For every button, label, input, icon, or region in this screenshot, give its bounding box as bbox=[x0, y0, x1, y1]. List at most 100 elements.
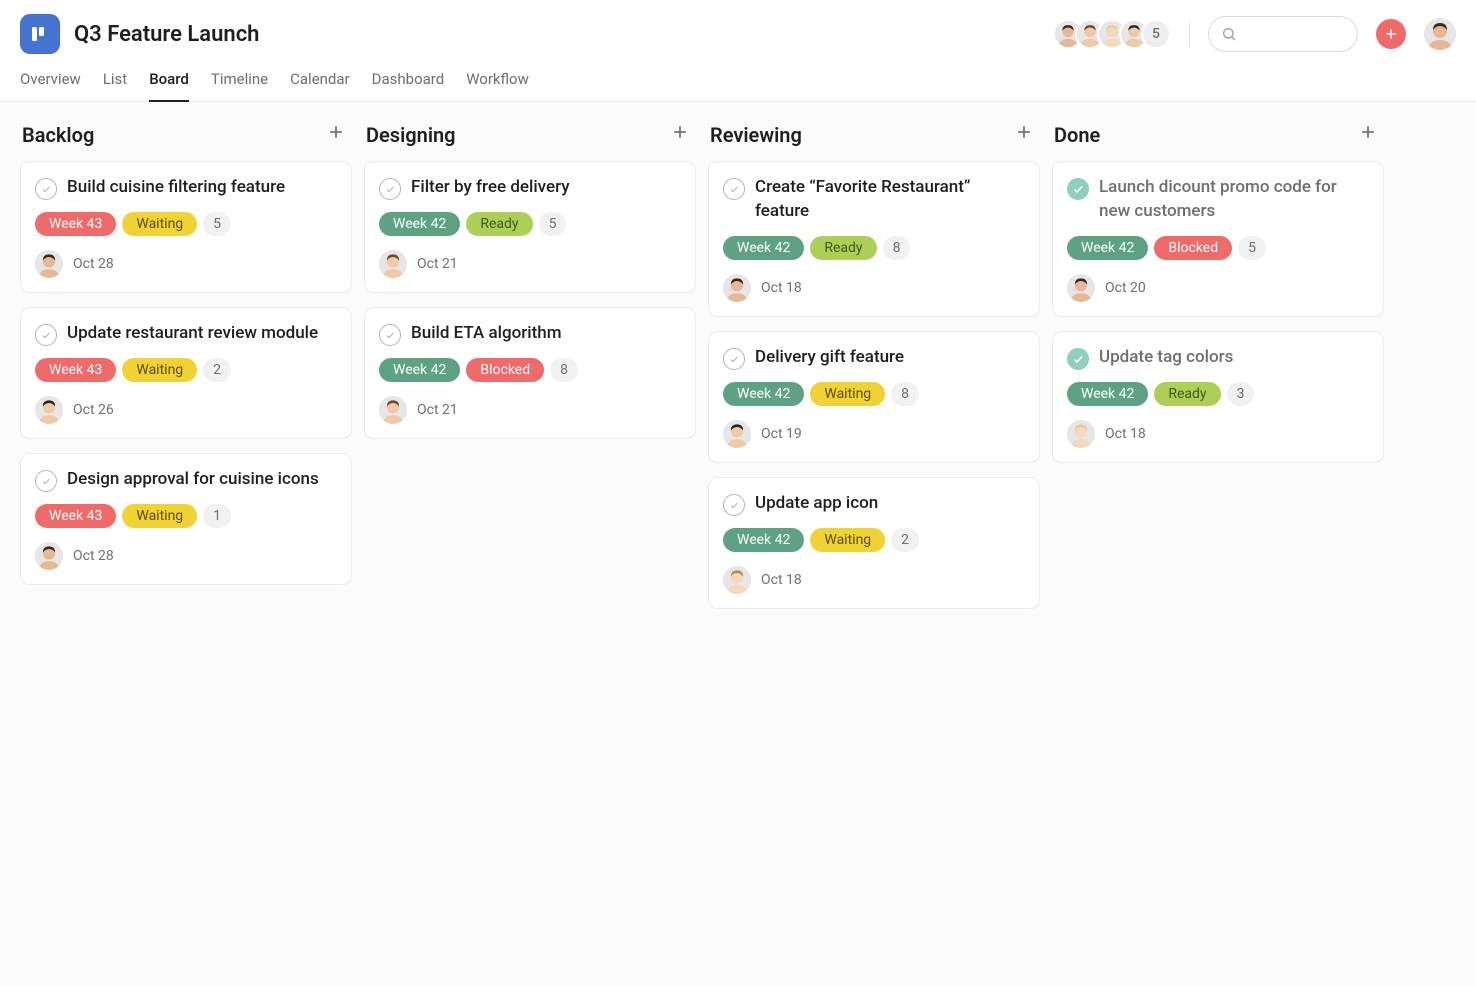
task-title: Launch dicount promo code for new custom… bbox=[1099, 176, 1369, 224]
tab-workflow[interactable]: Workflow bbox=[466, 70, 529, 101]
person-icon bbox=[1067, 420, 1095, 448]
task-card[interactable]: Update tag colorsWeek 42Ready3 Oct 18 bbox=[1052, 331, 1384, 463]
column-header: Backlog bbox=[20, 120, 352, 161]
task-card[interactable]: Filter by free deliveryWeek 42Ready5 Oct… bbox=[364, 161, 696, 293]
due-date: Oct 18 bbox=[1105, 426, 1146, 442]
card-footer: Oct 21 bbox=[379, 396, 681, 424]
tag-pill[interactable]: Waiting bbox=[122, 358, 197, 382]
complete-checkbox[interactable] bbox=[723, 348, 745, 370]
column-add-button[interactable] bbox=[326, 122, 346, 147]
due-date: Oct 21 bbox=[417, 402, 458, 418]
task-card[interactable]: Launch dicount promo code for new custom… bbox=[1052, 161, 1384, 317]
complete-checkbox[interactable] bbox=[379, 178, 401, 200]
tag-pill[interactable]: Waiting bbox=[810, 382, 885, 406]
complete-checkbox[interactable] bbox=[723, 494, 745, 516]
column-header: Done bbox=[1052, 120, 1384, 161]
assignee-avatar[interactable] bbox=[379, 250, 407, 278]
tag-pill[interactable]: Week 42 bbox=[723, 236, 804, 260]
tag-pill[interactable]: Waiting bbox=[122, 212, 197, 236]
person-icon bbox=[35, 250, 63, 278]
assignee-avatar[interactable] bbox=[1067, 274, 1095, 302]
column-add-button[interactable] bbox=[1358, 122, 1378, 147]
tab-board[interactable]: Board bbox=[149, 70, 189, 102]
tab-timeline[interactable]: Timeline bbox=[211, 70, 268, 101]
complete-checkbox[interactable] bbox=[35, 178, 57, 200]
complete-checkbox[interactable] bbox=[1067, 348, 1089, 370]
tag-pill[interactable]: Week 43 bbox=[35, 358, 116, 382]
task-card[interactable]: Delivery gift featureWeek 42Waiting8 Oct… bbox=[708, 331, 1040, 463]
tags-row: Week 42Ready3 bbox=[1067, 382, 1369, 406]
task-card[interactable]: Build cuisine filtering featureWeek 43Wa… bbox=[20, 161, 352, 293]
assignee-avatar[interactable] bbox=[35, 542, 63, 570]
assignee-avatar[interactable] bbox=[723, 566, 751, 594]
task-title: Design approval for cuisine icons bbox=[67, 468, 319, 492]
complete-checkbox[interactable] bbox=[1067, 178, 1089, 200]
task-card[interactable]: Build ETA algorithmWeek 42Blocked8 Oct 2… bbox=[364, 307, 696, 439]
tag-pill[interactable]: Waiting bbox=[122, 504, 197, 528]
due-date: Oct 19 bbox=[761, 426, 802, 442]
assignee-avatar[interactable] bbox=[1067, 420, 1095, 448]
tag-pill[interactable]: Ready bbox=[1154, 382, 1220, 406]
tag-pill[interactable]: Week 42 bbox=[1067, 382, 1148, 406]
task-card[interactable]: Create “Favorite Restaurant” featureWeek… bbox=[708, 161, 1040, 317]
tab-list[interactable]: List bbox=[103, 70, 127, 101]
column-title: Designing bbox=[366, 123, 456, 147]
search-input[interactable] bbox=[1208, 16, 1358, 52]
tags-row: Week 43Waiting1 bbox=[35, 504, 337, 528]
person-icon bbox=[1424, 18, 1456, 50]
tag-pill[interactable]: Blocked bbox=[1154, 236, 1232, 260]
current-user-avatar[interactable] bbox=[1424, 18, 1456, 50]
divider bbox=[1189, 21, 1190, 47]
due-date: Oct 28 bbox=[73, 548, 114, 564]
person-icon bbox=[723, 566, 751, 594]
tags-row: Week 42Blocked5 bbox=[1067, 236, 1369, 260]
assignee-avatar[interactable] bbox=[379, 396, 407, 424]
assignee-avatar[interactable] bbox=[723, 420, 751, 448]
tab-calendar[interactable]: Calendar bbox=[290, 70, 350, 101]
complete-checkbox[interactable] bbox=[35, 324, 57, 346]
task-card[interactable]: Update restaurant review moduleWeek 43Wa… bbox=[20, 307, 352, 439]
complete-checkbox[interactable] bbox=[379, 324, 401, 346]
task-card[interactable]: Design approval for cuisine icons Week 43… bbox=[20, 453, 352, 585]
column-add-button[interactable] bbox=[1014, 122, 1034, 147]
plus-icon bbox=[1014, 122, 1034, 142]
complete-checkbox[interactable] bbox=[723, 178, 745, 200]
member-overflow-count[interactable]: 5 bbox=[1141, 19, 1171, 49]
task-title: Update app icon bbox=[755, 492, 878, 516]
column-add-button[interactable] bbox=[670, 122, 690, 147]
tags-row: Week 42Ready8 bbox=[723, 236, 1025, 260]
assignee-avatar[interactable] bbox=[35, 396, 63, 424]
search-icon bbox=[1221, 26, 1237, 42]
tag-pill[interactable]: Week 42 bbox=[723, 382, 804, 406]
tab-dashboard[interactable]: Dashboard bbox=[372, 70, 445, 101]
subtask-count: 1 bbox=[203, 504, 231, 528]
complete-checkbox[interactable] bbox=[35, 470, 57, 492]
subtask-count: 2 bbox=[891, 528, 919, 552]
member-avatar-stack[interactable]: 5 bbox=[1053, 19, 1171, 49]
task-title: Build ETA algorithm bbox=[411, 322, 562, 346]
due-date: Oct 18 bbox=[761, 572, 802, 588]
card-footer: Oct 28 bbox=[35, 542, 337, 570]
card-footer: Oct 18 bbox=[723, 274, 1025, 302]
tag-pill[interactable]: Week 42 bbox=[379, 358, 460, 382]
board-icon bbox=[30, 24, 50, 44]
assignee-avatar[interactable] bbox=[723, 274, 751, 302]
add-button[interactable] bbox=[1376, 19, 1406, 49]
subtask-count: 2 bbox=[203, 358, 231, 382]
tag-pill[interactable]: Week 43 bbox=[35, 504, 116, 528]
column-backlog: Backlog Build cuisine filtering featureW… bbox=[20, 120, 352, 968]
column-header: Reviewing bbox=[708, 120, 1040, 161]
task-card[interactable]: Update app icon Week 42Waiting2 Oct 18 bbox=[708, 477, 1040, 609]
tag-pill[interactable]: Week 43 bbox=[35, 212, 116, 236]
tag-pill[interactable]: Blocked bbox=[466, 358, 544, 382]
tag-pill[interactable]: Ready bbox=[810, 236, 876, 260]
tag-pill[interactable]: Week 42 bbox=[379, 212, 460, 236]
tab-overview[interactable]: Overview bbox=[20, 70, 81, 101]
assignee-avatar[interactable] bbox=[35, 250, 63, 278]
tag-pill[interactable]: Week 42 bbox=[723, 528, 804, 552]
column-reviewing: Reviewing Create “Favorite Restaurant” f… bbox=[708, 120, 1040, 968]
tags-row: Week 42Waiting8 bbox=[723, 382, 1025, 406]
tag-pill[interactable]: Waiting bbox=[810, 528, 885, 552]
tag-pill[interactable]: Week 42 bbox=[1067, 236, 1148, 260]
tag-pill[interactable]: Ready bbox=[466, 212, 532, 236]
